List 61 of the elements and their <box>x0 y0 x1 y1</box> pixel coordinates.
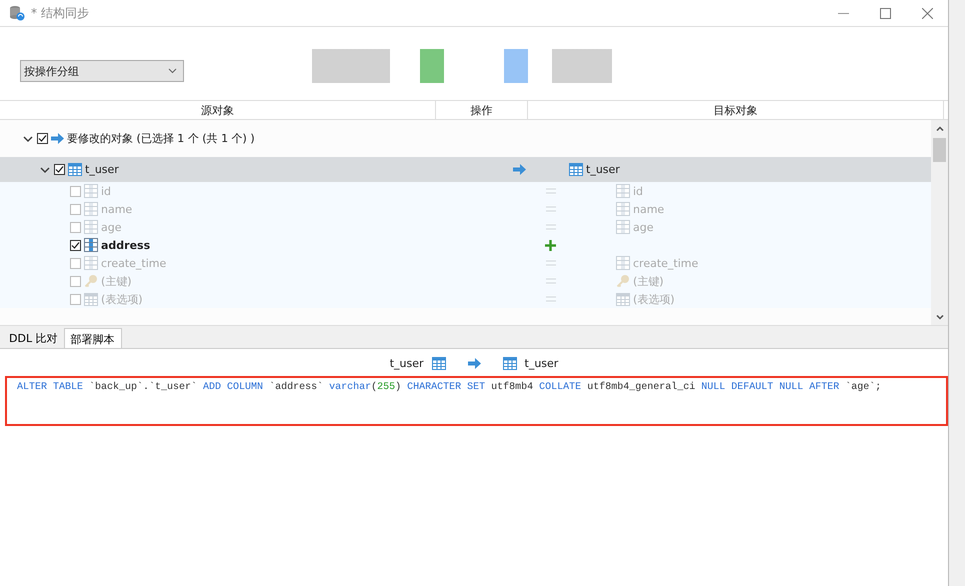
scrollbar-thumb[interactable] <box>933 138 946 162</box>
column-name: create_time <box>633 256 698 270</box>
table-row[interactable]: t_user t_user <box>0 157 931 182</box>
table-icon <box>502 357 516 370</box>
checkbox[interactable] <box>70 186 81 196</box>
equal-icon <box>546 224 556 230</box>
column-header: 操作 <box>436 101 528 119</box>
checkbox[interactable] <box>70 276 81 286</box>
equal-icon <box>546 278 556 284</box>
minimize-icon[interactable] <box>838 12 848 14</box>
column-name: age <box>101 220 122 234</box>
group-by-dropdown[interactable]: 按操作分组 <box>20 60 184 82</box>
column-name: create_time <box>101 256 166 270</box>
tab[interactable]: 部署脚本 <box>64 328 122 348</box>
arrow-right-icon <box>513 164 526 175</box>
checkbox[interactable] <box>70 222 81 232</box>
window-title: * 结构同步 <box>31 4 90 22</box>
table-icon <box>432 357 446 370</box>
table-options-icon <box>616 292 630 306</box>
equal-icon <box>546 206 556 212</box>
plus-icon <box>545 240 556 250</box>
table-icon <box>569 163 583 176</box>
target-table-name: t_user <box>524 357 558 370</box>
equal-icon <box>546 296 556 302</box>
arrow-right-icon <box>468 358 480 369</box>
scrollbar[interactable] <box>931 120 948 325</box>
close-icon[interactable] <box>922 8 932 18</box>
column-name: id <box>633 184 644 198</box>
checkbox[interactable] <box>70 204 81 214</box>
column-name: (主键) <box>633 274 664 288</box>
column-name: address <box>101 238 150 252</box>
checkbox[interactable] <box>54 164 65 175</box>
table-icon <box>68 163 82 176</box>
maximize-icon[interactable] <box>880 8 890 18</box>
arrow-right-icon <box>51 133 64 144</box>
column-name: (表选项) <box>101 292 143 306</box>
equal-icon <box>546 188 556 194</box>
source-table-name: t_user <box>390 357 424 370</box>
column-name: (表选项) <box>633 292 675 306</box>
column-name: age <box>633 220 654 234</box>
group-label: 要修改的对象 (已选择 1 个 (共 1 个) ) <box>67 131 255 146</box>
column-header: 源对象 <box>0 101 436 119</box>
key-icon <box>616 274 630 288</box>
checkbox[interactable] <box>70 294 81 304</box>
checkbox[interactable] <box>37 133 48 144</box>
equal-icon <box>546 260 556 266</box>
key-icon <box>84 274 98 288</box>
column-name: name <box>101 202 132 216</box>
column-header: 目标对象 <box>528 101 944 119</box>
column-name: name <box>633 202 664 216</box>
table-name: t_user <box>85 163 119 176</box>
scroll-up-icon[interactable] <box>936 126 944 130</box>
column-name: (主键) <box>101 274 132 288</box>
checkbox[interactable] <box>70 258 81 268</box>
table-name: t_user <box>586 163 620 176</box>
database-sync-icon <box>9 5 25 21</box>
column-name: id <box>101 184 112 198</box>
scroll-down-icon[interactable] <box>936 314 944 320</box>
table-options-icon <box>84 292 98 306</box>
checkbox[interactable] <box>70 240 81 250</box>
chevron-down-icon <box>168 68 177 74</box>
